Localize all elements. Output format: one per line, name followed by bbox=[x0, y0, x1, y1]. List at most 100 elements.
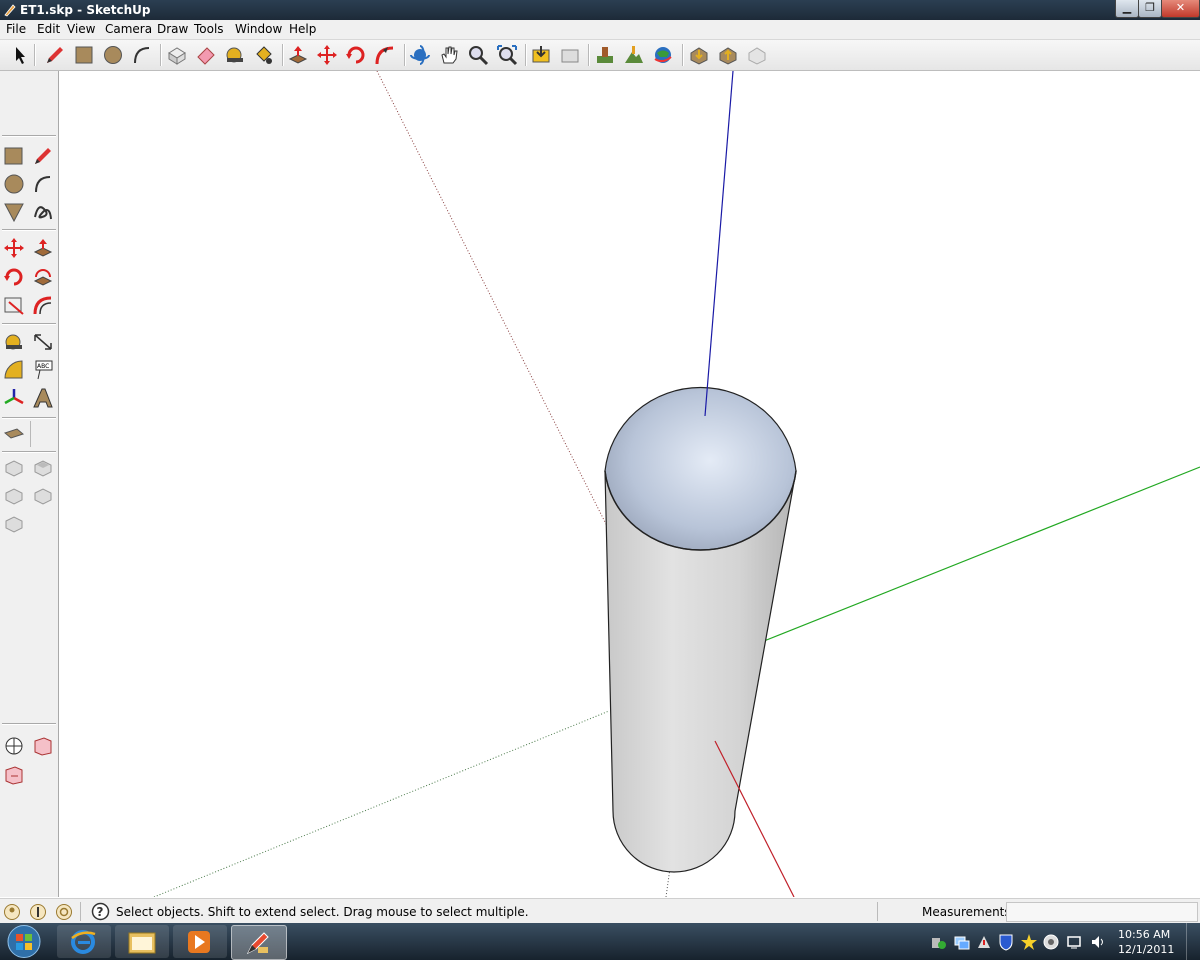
tape-measure-icon[interactable] bbox=[3, 331, 25, 353]
menu-help[interactable]: Help bbox=[289, 22, 316, 36]
tape-measure-icon[interactable] bbox=[224, 44, 246, 66]
maximize-button[interactable]: ❐ bbox=[1138, 0, 1162, 18]
orbit-icon[interactable] bbox=[409, 44, 431, 66]
top-view-icon[interactable] bbox=[32, 457, 54, 479]
negative-blue-axis bbox=[376, 71, 608, 527]
svg-text:ABC: ABC bbox=[37, 363, 49, 370]
model-viewport[interactable] bbox=[59, 71, 1200, 897]
network-tray-icon[interactable] bbox=[954, 934, 970, 950]
rectangle-icon[interactable] bbox=[73, 44, 95, 66]
safely-remove-icon[interactable] bbox=[930, 934, 946, 950]
add-location-icon[interactable] bbox=[594, 44, 616, 66]
right-view-icon[interactable] bbox=[32, 485, 54, 507]
zoom-icon[interactable] bbox=[467, 44, 489, 66]
3d-warehouse-icon[interactable] bbox=[746, 44, 768, 66]
svg-text:?: ? bbox=[97, 905, 104, 919]
rotate-icon[interactable] bbox=[345, 44, 367, 66]
push-pull-icon[interactable] bbox=[287, 44, 309, 66]
move-icon[interactable] bbox=[316, 44, 338, 66]
rectangle-icon[interactable] bbox=[3, 145, 25, 167]
taskbar-sketchup[interactable] bbox=[231, 925, 287, 960]
status-separator bbox=[80, 902, 81, 921]
follow-me-icon[interactable] bbox=[374, 44, 396, 66]
axes-icon[interactable] bbox=[3, 387, 25, 409]
toolbar-separator bbox=[30, 421, 31, 447]
action-center-icon[interactable] bbox=[976, 934, 992, 950]
large-tool-set: ABC bbox=[0, 71, 59, 897]
front-view-icon[interactable] bbox=[3, 485, 25, 507]
menu-tools[interactable]: Tools bbox=[194, 22, 224, 36]
menu-camera[interactable]: Camera bbox=[105, 22, 152, 36]
antivirus-tray-icon[interactable] bbox=[1043, 934, 1059, 950]
protractor-icon[interactable] bbox=[3, 359, 25, 381]
offset-icon[interactable] bbox=[32, 294, 54, 316]
section-plane-icon[interactable] bbox=[3, 424, 25, 446]
get-models-icon[interactable] bbox=[530, 44, 552, 66]
close-button[interactable]: ✕ bbox=[1161, 0, 1200, 18]
pencil-icon[interactable] bbox=[44, 44, 66, 66]
circle-icon[interactable] bbox=[102, 44, 124, 66]
media-player-icon bbox=[188, 931, 210, 953]
get-photo-texture-icon[interactable] bbox=[688, 44, 710, 66]
eraser-icon[interactable] bbox=[195, 44, 217, 66]
volume-icon[interactable] bbox=[1090, 934, 1106, 950]
taskbar-explorer[interactable] bbox=[115, 925, 169, 958]
pan-hand-icon[interactable] bbox=[438, 44, 460, 66]
freehand-icon[interactable] bbox=[32, 201, 54, 223]
share-model-icon[interactable] bbox=[559, 44, 581, 66]
toggle-terrain-icon[interactable] bbox=[623, 44, 645, 66]
look-around-icon[interactable] bbox=[3, 764, 25, 786]
google-account-icon[interactable] bbox=[55, 903, 73, 921]
arc-icon[interactable] bbox=[32, 173, 54, 195]
dimension-icon[interactable] bbox=[32, 331, 54, 353]
pencil-icon[interactable] bbox=[32, 145, 54, 167]
polygon-icon[interactable] bbox=[3, 201, 25, 223]
back-view-icon[interactable] bbox=[3, 513, 25, 535]
minimize-button[interactable]: ▁ bbox=[1115, 0, 1139, 18]
position-camera-icon[interactable] bbox=[3, 735, 25, 757]
menu-file[interactable]: File bbox=[6, 22, 26, 36]
star-tray-icon[interactable] bbox=[1020, 933, 1038, 951]
start-button-icon[interactable] bbox=[4, 924, 44, 959]
scale-icon[interactable] bbox=[3, 294, 25, 316]
security-shield-icon[interactable] bbox=[998, 933, 1014, 951]
make-component-icon[interactable] bbox=[166, 44, 188, 66]
rotate-icon[interactable] bbox=[3, 266, 25, 288]
arc-icon[interactable] bbox=[131, 44, 153, 66]
menu-edit[interactable]: Edit bbox=[37, 22, 60, 36]
circle-icon[interactable] bbox=[3, 173, 25, 195]
iso-view-icon[interactable] bbox=[3, 457, 25, 479]
show-desktop-button[interactable] bbox=[1186, 923, 1200, 960]
toolbar-separator bbox=[2, 417, 56, 419]
negative-green-axis bbox=[153, 710, 610, 897]
push-pull-icon[interactable] bbox=[32, 237, 54, 259]
select-arrow-icon[interactable] bbox=[9, 44, 31, 66]
geo-location-icon[interactable] bbox=[3, 903, 21, 921]
toolbar-separator bbox=[404, 44, 406, 66]
measurements-input[interactable] bbox=[1006, 902, 1198, 922]
sketchup-app-icon bbox=[4, 4, 16, 17]
menu-draw[interactable]: Draw bbox=[157, 22, 188, 36]
model-canvas[interactable] bbox=[59, 71, 1200, 897]
clock-date[interactable]: 12/1/2011 bbox=[1118, 943, 1174, 956]
sketchup-icon bbox=[246, 932, 269, 955]
paint-bucket-icon[interactable] bbox=[253, 44, 275, 66]
share-component-icon[interactable] bbox=[717, 44, 739, 66]
3d-text-icon[interactable] bbox=[32, 387, 54, 409]
instructor-help-icon[interactable]: ? bbox=[91, 902, 110, 921]
walk-icon[interactable] bbox=[32, 735, 54, 757]
display-tray-icon[interactable] bbox=[1066, 934, 1082, 950]
google-earth-icon[interactable] bbox=[652, 44, 674, 66]
internet-explorer-icon bbox=[71, 930, 96, 954]
clock-time[interactable]: 10:56 AM bbox=[1118, 928, 1170, 941]
text-label-icon[interactable]: ABC bbox=[32, 359, 54, 381]
taskbar-media-player[interactable] bbox=[173, 925, 227, 958]
follow-me-icon[interactable] bbox=[32, 266, 54, 288]
menu-view[interactable]: View bbox=[67, 22, 95, 36]
taskbar-internet-explorer[interactable] bbox=[57, 925, 111, 958]
menu-window[interactable]: Window bbox=[235, 22, 282, 36]
move-icon[interactable] bbox=[3, 237, 25, 259]
toolbar-separator bbox=[160, 44, 162, 66]
credits-icon[interactable] bbox=[29, 903, 47, 921]
zoom-extents-icon[interactable] bbox=[496, 44, 518, 66]
